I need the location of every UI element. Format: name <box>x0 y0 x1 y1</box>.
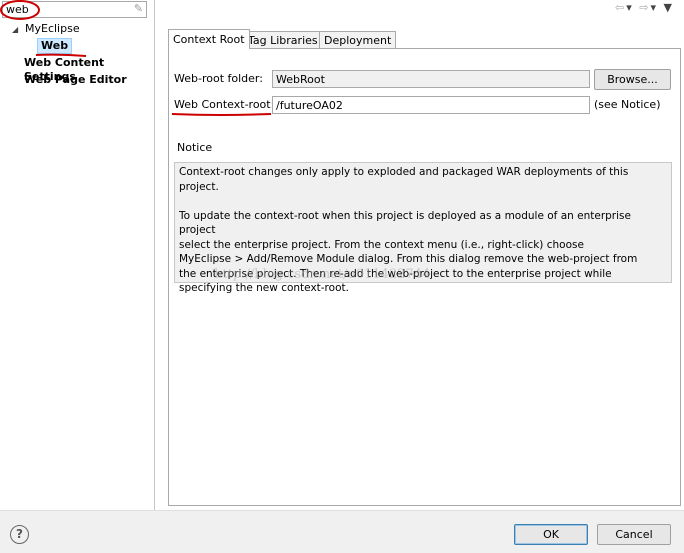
properties-content-area: ⇦▾ ⇨▾ ▼ Context Root Tag Libraries Deplo… <box>155 0 684 510</box>
filter-input-value: web <box>6 3 29 16</box>
help-icon[interactable]: ? <box>10 525 29 544</box>
browse-button[interactable]: Browse... <box>594 69 671 90</box>
tree-item-myeclipse[interactable]: MyEclipse <box>25 22 80 36</box>
tree-item-web-page-editor[interactable]: Web Page Editor <box>24 73 127 87</box>
webroot-folder-field[interactable]: WebRoot <box>272 70 590 88</box>
dialog-button-bar: ? OK Cancel <box>0 510 684 553</box>
tree-expand-icon[interactable]: ◢ <box>12 25 18 35</box>
dropdown-icon[interactable]: ▾ <box>626 1 634 14</box>
see-notice-text: (see Notice) <box>594 98 661 111</box>
tree-item-web[interactable]: Web <box>37 38 73 54</box>
page-nav-toolbar: ⇦▾ ⇨▾ ▼ <box>615 1 674 15</box>
menu-icon[interactable]: ▼ <box>664 1 674 14</box>
web-context-root-input[interactable]: /futureOA02 <box>272 96 590 114</box>
watermark-text: http://blog.csdn.net/u011422744 <box>214 267 431 282</box>
clear-filter-icon[interactable]: ✎ <box>133 3 144 15</box>
forward-arrow-icon[interactable]: ⇨ <box>639 1 650 14</box>
tab-tag-libraries[interactable]: Tag Libraries <box>243 31 323 49</box>
back-arrow-icon[interactable]: ⇦ <box>615 1 626 14</box>
notice-text-area: Context-root changes only apply to explo… <box>174 162 672 294</box>
preferences-tree-pane: web ✎ ◢ MyEclipse Web Web Content Settin… <box>0 0 155 510</box>
tab-context-root[interactable]: Context Root <box>168 29 250 49</box>
webroot-folder-label: Web-root folder: <box>174 72 263 85</box>
web-context-root-label: Web Context-root: <box>174 98 275 111</box>
dropdown-icon[interactable]: ▾ <box>651 1 659 14</box>
tab-deployment[interactable]: Deployment <box>319 31 397 49</box>
ok-button[interactable]: OK <box>514 524 588 545</box>
cancel-button[interactable]: Cancel <box>597 524 671 545</box>
notice-heading: Notice <box>177 141 213 154</box>
context-root-panel: Web-root folder: WebRoot Browse... Web C… <box>168 48 681 506</box>
filter-input[interactable]: web ✎ <box>2 1 147 18</box>
